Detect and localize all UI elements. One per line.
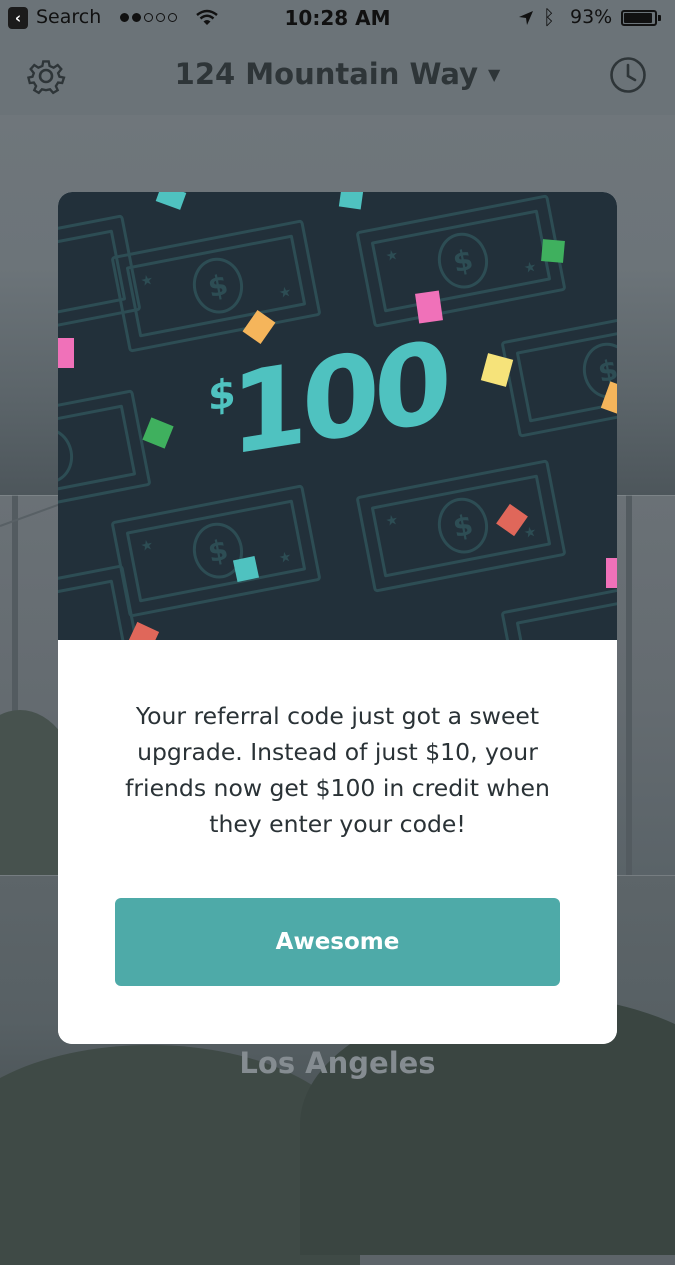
history-clock-icon[interactable] <box>609 56 647 94</box>
awesome-button[interactable]: Awesome <box>115 898 560 986</box>
referral-upgrade-modal: $ ★ ★ $ ★ ★ $ $ $ ★ ★ $ ★ ★ $ 100 Your r… <box>58 192 617 1044</box>
battery-level-fill <box>624 13 652 23</box>
city-label: Los Angeles <box>239 1046 436 1080</box>
bluetooth-icon: ᛒ <box>543 5 555 29</box>
modal-body: Your referral code just got a sweet upgr… <box>58 640 617 1044</box>
caret-down-icon: ▼ <box>488 65 501 84</box>
modal-hero-image: $ ★ ★ $ ★ ★ $ $ $ ★ ★ $ ★ ★ $ 100 <box>58 192 617 640</box>
battery-percent: 93% <box>570 6 613 28</box>
battery-tip <box>658 15 661 21</box>
battery-icon <box>621 10 657 26</box>
address-title: 124 Mountain Way <box>174 57 479 91</box>
status-bar: ‹ Search 10:28 AM ᛒ 93% <box>0 0 675 38</box>
address-selector[interactable]: 124 Mountain Way ▼ <box>0 57 675 91</box>
nav-bar: 124 Mountain Way ▼ <box>0 38 675 115</box>
location-arrow-icon <box>519 11 533 25</box>
referral-message: Your referral code just got a sweet upgr… <box>125 702 550 838</box>
